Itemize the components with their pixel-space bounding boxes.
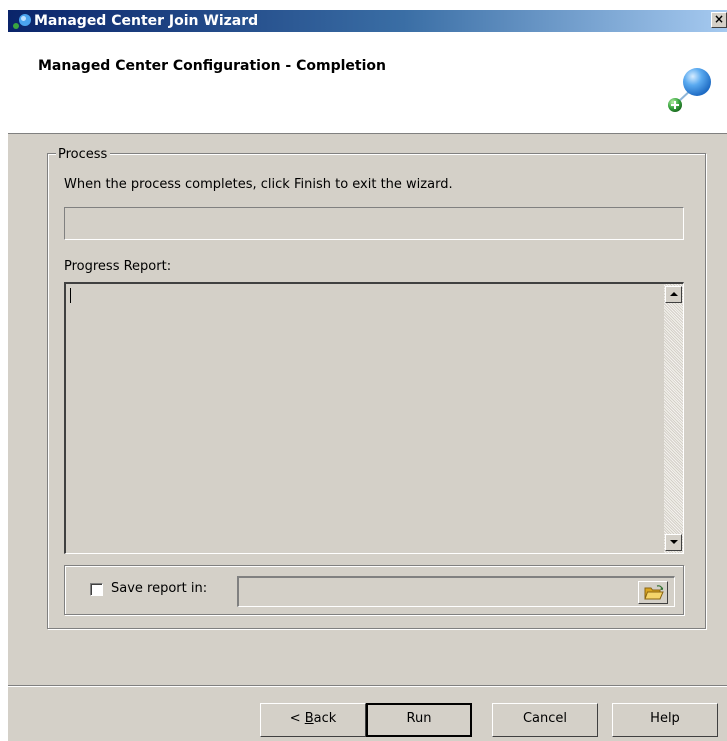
run-button[interactable]: Run: [366, 703, 472, 737]
progress-report-content: [70, 286, 660, 546]
save-report-path-input[interactable]: [237, 576, 675, 607]
wizard-header: Managed Center Configuration - Completio…: [8, 32, 727, 134]
arrow-down-icon: [670, 540, 678, 544]
back-mnemonic: B: [304, 711, 314, 726]
arrow-up-icon: [670, 292, 678, 296]
scroll-down-button[interactable]: [665, 534, 682, 551]
progress-report-textarea[interactable]: [64, 282, 684, 554]
back-prefix: <: [289, 711, 305, 726]
vertical-scrollbar[interactable]: [664, 284, 683, 553]
save-report-label[interactable]: Save report in:: [111, 581, 207, 596]
help-button[interactable]: Help: [612, 703, 718, 737]
wizard-app-icon: [12, 13, 32, 29]
page-title: Managed Center Configuration - Completio…: [38, 58, 386, 74]
scroll-up-button[interactable]: [665, 286, 682, 303]
wizard-window: Managed Center Join Wizard × Managed Cen…: [8, 10, 727, 741]
wizard-header-icon: [663, 64, 713, 116]
process-group-label: Process: [56, 147, 111, 162]
cancel-button[interactable]: Cancel: [492, 703, 598, 737]
browse-button[interactable]: [638, 581, 668, 604]
footer-separator: [8, 685, 727, 687]
title-bar[interactable]: Managed Center Join Wizard ×: [8, 10, 727, 32]
folder-open-icon: [644, 585, 664, 601]
text-caret: [70, 288, 71, 303]
back-button[interactable]: < Back: [260, 703, 366, 737]
progress-bar: [64, 207, 684, 240]
save-report-checkbox[interactable]: [90, 583, 103, 596]
progress-report-label: Progress Report:: [64, 259, 172, 274]
back-suffix: ack: [313, 711, 337, 726]
close-button[interactable]: ×: [711, 12, 727, 28]
instruction-text: When the process completes, click Finish…: [64, 177, 453, 192]
window-title: Managed Center Join Wizard: [34, 13, 259, 29]
